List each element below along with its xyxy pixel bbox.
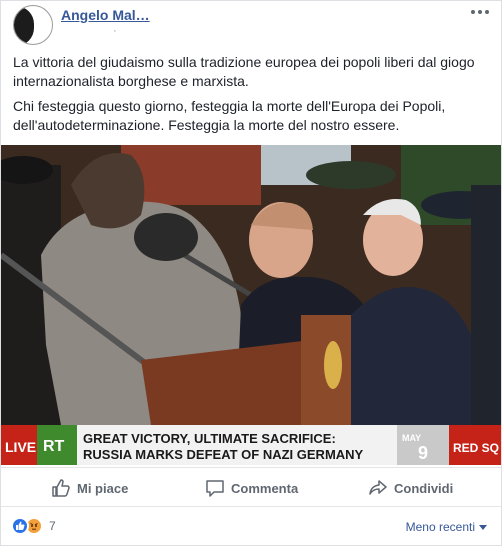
- ticker-headline-line1: GREAT VICTORY, ULTIMATE SACRIFICE:: [83, 431, 336, 446]
- comment-sort-dropdown[interactable]: Meno recenti: [406, 520, 487, 534]
- ticker-headline-line2: RUSSIA MARKS DEFEAT OF NAZI GERMANY: [83, 447, 364, 462]
- reaction-summary[interactable]: 7: [11, 517, 56, 535]
- like-icon: [11, 517, 29, 535]
- post-paragraph: Chi festeggia questo giorno, festeggia l…: [13, 98, 446, 133]
- post-footer: 7 Meno recenti: [1, 509, 501, 543]
- action-bar: Mi piace Commenta Condividi: [1, 467, 501, 507]
- ticker-day: 9: [418, 443, 428, 463]
- ticker-right-label: RED SQ: [453, 441, 499, 455]
- post-photo[interactable]: LIVE RT GREAT VICTORY, ULTIMATE SACRIFIC…: [1, 145, 501, 465]
- reaction-count: 7: [49, 519, 56, 533]
- ticker-month: MAY: [402, 433, 421, 443]
- share-button[interactable]: Condividi: [368, 474, 453, 502]
- post-paragraph: La vittoria del giudaismo sulla tradizio…: [13, 54, 475, 89]
- ticker-channel-logo: RT: [43, 438, 65, 455]
- post-meta: ·: [113, 25, 117, 37]
- share-label: Condividi: [394, 480, 454, 496]
- more-options-icon[interactable]: [469, 5, 491, 19]
- post-card: Angelo Mal… · La vittoria del giudaismo …: [0, 0, 502, 546]
- like-label: Mi piace: [77, 480, 129, 496]
- comment-icon: [205, 478, 225, 498]
- like-button[interactable]: Mi piace: [51, 474, 128, 502]
- comment-button[interactable]: Commenta: [205, 474, 298, 502]
- post-text: La vittoria del giudaismo sulla tradizio…: [13, 53, 491, 141]
- comment-label: Commenta: [231, 480, 299, 496]
- caret-down-icon: [479, 520, 487, 534]
- author-name[interactable]: Angelo Mal…: [61, 7, 150, 23]
- author-avatar[interactable]: [13, 5, 53, 45]
- ticker-live-label: LIVE: [5, 439, 36, 455]
- post-header: Angelo Mal… ·: [1, 1, 501, 45]
- sort-label: Meno recenti: [405, 520, 475, 534]
- thumbs-up-icon: [51, 478, 71, 498]
- share-icon: [368, 478, 388, 498]
